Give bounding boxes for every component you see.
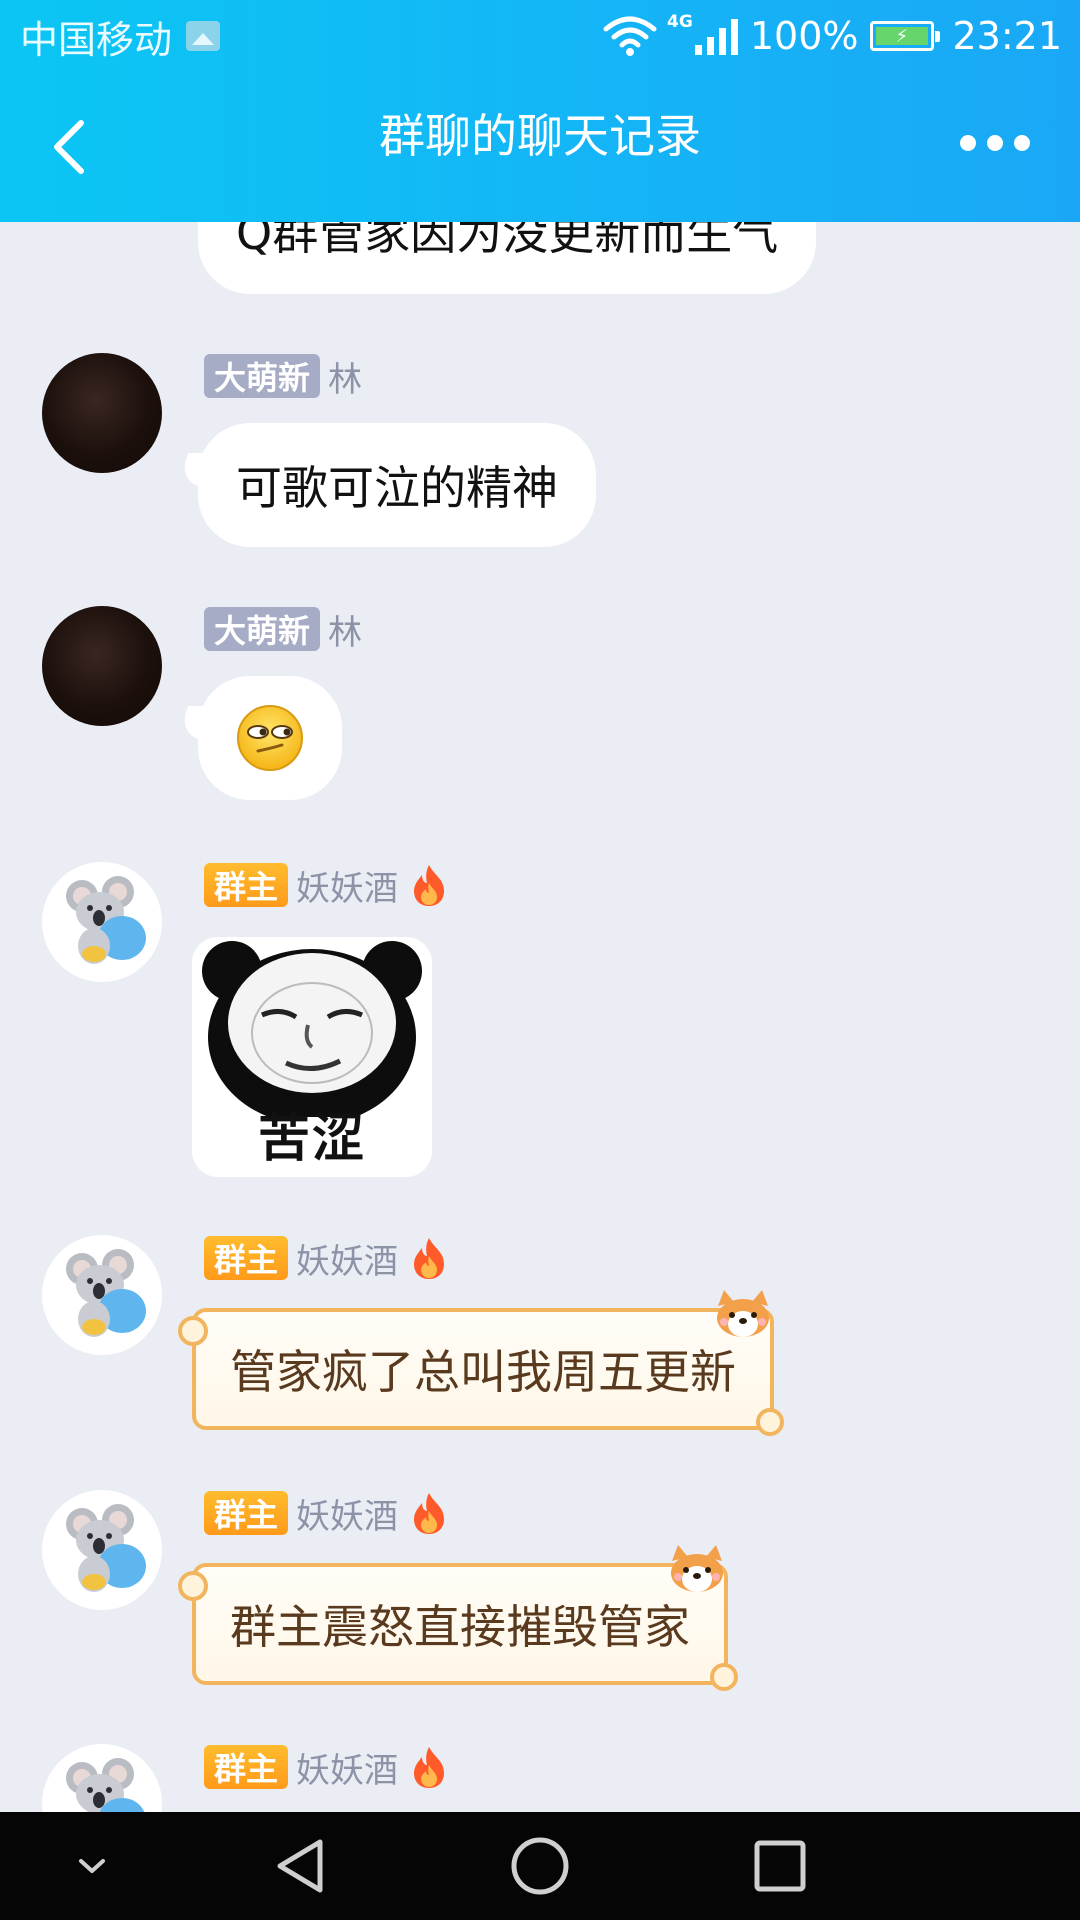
- koala-avatar-icon: [66, 1504, 146, 1592]
- fire-icon: [414, 1493, 445, 1534]
- screen: 中国移动 4G 100% ⚡ 23:21 群聊的聊天记录 Q群管家因为没更新而生…: [0, 0, 1080, 1920]
- header: 中国移动 4G 100% ⚡ 23:21 群聊的聊天记录: [0, 0, 1080, 222]
- sender-row: 群主 妖妖酒: [204, 1489, 448, 1538]
- sender-name[interactable]: 林: [328, 605, 362, 654]
- avatar[interactable]: [42, 1235, 162, 1355]
- fire-icon: [414, 1238, 445, 1279]
- navigation-bar: [0, 1812, 1080, 1920]
- member-badge: 大萌新: [204, 607, 321, 651]
- message-text: Q群管家因为没更新而生气: [236, 222, 779, 260]
- fire-icon: [414, 1747, 445, 1788]
- panda-meme-icon: [192, 937, 432, 1125]
- avatar[interactable]: [42, 353, 162, 473]
- battery-icon: ⚡: [870, 21, 941, 51]
- status-bar-right: 4G 100% ⚡ 23:21: [603, 10, 1062, 62]
- sender-name[interactable]: 妖妖酒: [296, 1489, 398, 1538]
- koala-avatar-icon: [66, 876, 146, 964]
- koala-avatar-icon: [66, 1758, 145, 1812]
- message-bubble[interactable]: Q群管家因为没更新而生气: [198, 222, 817, 294]
- chat-list[interactable]: Q群管家因为没更新而生气 大萌新 林 可歌可泣的精神 大萌新 林 群主 妖妖酒 …: [0, 222, 1080, 1812]
- nav-home-icon[interactable]: [495, 1812, 585, 1920]
- avatar[interactable]: [42, 606, 162, 726]
- status-time: 23:21: [952, 14, 1062, 58]
- owner-badge: 群主: [204, 1745, 289, 1789]
- sticker-image[interactable]: 苦涩: [192, 937, 432, 1177]
- avatar[interactable]: [42, 862, 162, 982]
- battery-percent: 100%: [749, 14, 859, 58]
- sender-row: 大萌新 林: [204, 352, 362, 401]
- status-bar-left: 中国移动: [20, 10, 221, 62]
- more-icon[interactable]: [960, 135, 1030, 151]
- fire-icon: [414, 865, 445, 906]
- wifi-icon: [603, 16, 657, 56]
- owner-badge: 群主: [204, 863, 289, 907]
- sender-row: 群主 妖妖酒: [204, 1234, 448, 1283]
- sticker-caption: 苦涩: [257, 1108, 366, 1169]
- sender-row: 群主 妖妖酒: [204, 1743, 448, 1792]
- page-title: 群聊的聊天记录: [379, 109, 701, 163]
- smirk-emoji-icon: [237, 705, 303, 771]
- chevron-down-icon[interactable]: [52, 1812, 132, 1920]
- corgi-icon: [671, 1545, 723, 1592]
- sender-row: 大萌新 林: [204, 605, 362, 654]
- sender-row: 群主 妖妖酒: [204, 861, 448, 910]
- message-text: 群主震怒直接摧毁管家: [230, 1600, 690, 1654]
- avatar[interactable]: [42, 1490, 162, 1610]
- koala-avatar-icon: [66, 1249, 146, 1337]
- signal-icon: [694, 17, 738, 55]
- sender-name[interactable]: 妖妖酒: [296, 1743, 398, 1792]
- sender-name[interactable]: 林: [328, 352, 362, 401]
- sender-name[interactable]: 妖妖酒: [296, 1234, 398, 1283]
- member-badge: 大萌新: [204, 354, 321, 398]
- owner-badge: 群主: [204, 1491, 289, 1535]
- message-bubble[interactable]: 管家疯了总叫我周五更新: [178, 1290, 784, 1436]
- network-type: 4G: [667, 12, 693, 32]
- gallery-icon: [186, 21, 221, 51]
- corgi-icon: [717, 1290, 769, 1337]
- nav-recents-icon[interactable]: [735, 1812, 825, 1920]
- sender-name[interactable]: 妖妖酒: [296, 861, 398, 910]
- message-text: 管家疯了总叫我周五更新: [230, 1345, 736, 1399]
- message-bubble[interactable]: 可歌可泣的精神: [198, 423, 596, 547]
- owner-badge: 群主: [204, 1236, 289, 1280]
- message-text: 可歌可泣的精神: [236, 461, 558, 515]
- nav-back-icon[interactable]: [255, 1812, 345, 1920]
- message-bubble[interactable]: [198, 676, 342, 800]
- carrier-label: 中国移动: [20, 17, 173, 62]
- message-bubble[interactable]: 群主震怒直接摧毁管家: [178, 1545, 738, 1691]
- avatar[interactable]: [42, 1744, 162, 1812]
